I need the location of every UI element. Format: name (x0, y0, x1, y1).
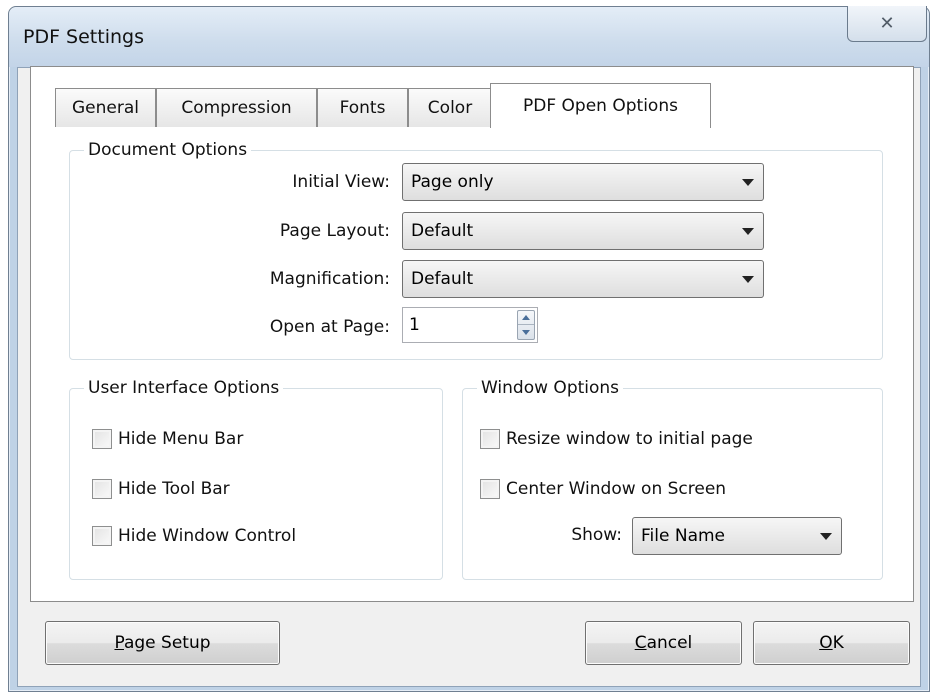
page-layout-label: Page Layout: (279, 221, 390, 241)
close-icon: ✕ (879, 13, 895, 34)
dropdown-value: Page only (411, 172, 494, 192)
group-legend: User Interface Options (88, 378, 280, 398)
ok-button[interactable]: OK (753, 621, 910, 665)
checkbox-label: Hide Menu Bar (118, 429, 244, 449)
tab-compression[interactable]: Compression (156, 88, 317, 127)
tab-pdf-open-options[interactable]: PDF Open Options (490, 83, 711, 128)
hide-menu-bar-option[interactable]: Hide Menu Bar (92, 429, 243, 449)
title-bar: PDF Settings ✕ (9, 6, 929, 67)
dropdown-value: Default (411, 269, 474, 289)
hide-menu-bar-checkbox[interactable] (92, 429, 112, 449)
tab-label: Fonts (339, 98, 386, 118)
show-dropdown[interactable]: File Name (632, 517, 842, 555)
stepper-up-icon[interactable] (518, 311, 534, 325)
group-legend: Document Options (88, 140, 248, 160)
chevron-down-icon (733, 213, 763, 249)
close-button[interactable]: ✕ (847, 6, 927, 42)
group-legend: Window Options (481, 378, 620, 398)
stepper-value: 1 (409, 315, 420, 335)
resize-window-checkbox[interactable] (480, 429, 500, 449)
chevron-down-icon (733, 261, 763, 297)
tab-label: Color (427, 98, 473, 118)
button-label: OK (819, 633, 844, 653)
chevron-down-icon (811, 518, 841, 554)
tab-label: PDF Open Options (523, 96, 678, 116)
open-at-page-label: Open at Page: (269, 317, 390, 337)
dialog-title: PDF Settings (23, 26, 144, 48)
button-label: Cancel (634, 633, 693, 653)
initial-view-label: Initial View: (292, 172, 390, 192)
tab-color[interactable]: Color (408, 88, 492, 127)
magnification-label: Magnification: (269, 269, 390, 289)
hide-tool-bar-checkbox[interactable] (92, 479, 112, 499)
chevron-down-icon (733, 164, 763, 200)
stepper-buttons (517, 310, 535, 340)
tab-general[interactable]: General (55, 88, 156, 127)
initial-view-dropdown[interactable]: Page only (402, 163, 764, 201)
hide-window-control-checkbox[interactable] (92, 526, 112, 546)
tab-fonts[interactable]: Fonts (317, 88, 408, 127)
cancel-button[interactable]: Cancel (585, 621, 742, 665)
button-label: Page Setup (114, 633, 211, 653)
tab-label: General (72, 98, 139, 118)
dropdown-value: Default (411, 221, 474, 241)
checkbox-label: Center Window on Screen (506, 479, 727, 499)
stepper-down-icon[interactable] (518, 325, 534, 339)
page-layout-dropdown[interactable]: Default (402, 212, 764, 250)
page-setup-button[interactable]: Page Setup (45, 621, 280, 665)
checkbox-label: Hide Tool Bar (118, 479, 230, 499)
resize-window-option[interactable]: Resize window to initial page (480, 429, 753, 449)
magnification-dropdown[interactable]: Default (402, 260, 764, 298)
checkbox-label: Hide Window Control (118, 526, 297, 546)
center-window-checkbox[interactable] (480, 479, 500, 499)
hide-tool-bar-option[interactable]: Hide Tool Bar (92, 479, 230, 499)
center-window-option[interactable]: Center Window on Screen (480, 479, 726, 499)
show-label: Show: (571, 525, 622, 545)
tab-label: Compression (181, 98, 292, 118)
dropdown-value: File Name (641, 526, 726, 546)
checkbox-label: Resize window to initial page (506, 429, 753, 449)
hide-window-control-option[interactable]: Hide Window Control (92, 526, 296, 546)
open-at-page-stepper[interactable]: 1 (402, 307, 538, 343)
